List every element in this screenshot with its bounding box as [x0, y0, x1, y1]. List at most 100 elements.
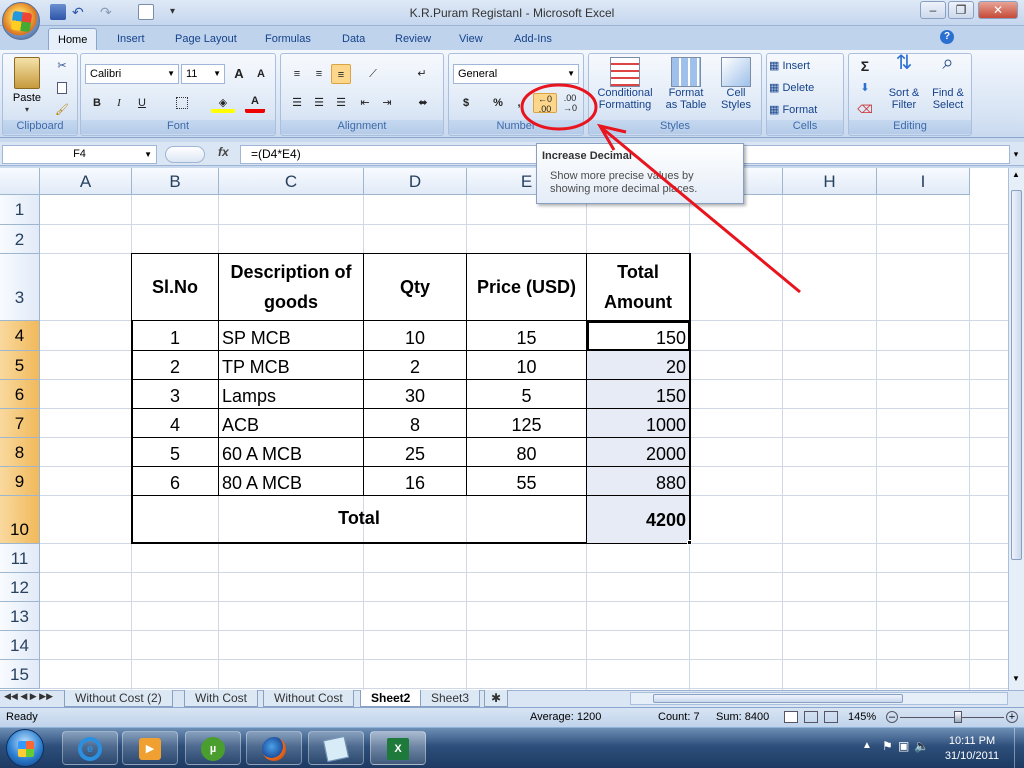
column-header[interactable]: A — [40, 168, 132, 195]
row-header[interactable]: 12 — [0, 573, 40, 602]
table-cell[interactable]: 80 — [467, 438, 587, 467]
table-cell[interactable]: 125 — [467, 409, 587, 438]
italic-button[interactable]: I — [109, 93, 129, 113]
format-as-table-button[interactable]: Format as Table — [661, 57, 711, 111]
zoom-slider[interactable] — [900, 717, 1004, 718]
tab-page-layout[interactable]: Page Layout — [166, 28, 246, 50]
table-cell[interactable]: 5 — [467, 380, 587, 409]
tab-review[interactable]: Review — [386, 28, 440, 50]
scroll-down-icon[interactable]: ▼ — [1010, 674, 1022, 688]
column-header[interactable]: H — [783, 168, 877, 195]
system-clock[interactable]: 10:11 PM 31/10/2011 — [936, 734, 1008, 764]
table-cell[interactable]: 20 — [587, 351, 690, 380]
row-header[interactable]: 7 — [0, 409, 40, 438]
table-cell[interactable]: 6 — [132, 467, 219, 496]
row-header[interactable]: 3 — [0, 254, 40, 321]
zoom-in-icon[interactable]: + — [1006, 711, 1018, 723]
taskbar-notepad-icon[interactable] — [308, 731, 364, 765]
merge-center-icon[interactable]: ⬌ — [411, 93, 435, 113]
percent-button[interactable]: % — [489, 93, 507, 113]
currency-button[interactable]: $ — [455, 93, 477, 113]
fill-icon[interactable]: ⬇ — [853, 78, 877, 98]
taskbar-excel-icon[interactable]: X — [370, 731, 426, 765]
row-header[interactable]: 9 — [0, 467, 40, 496]
align-center-icon[interactable]: ☰ — [309, 93, 329, 113]
conditional-formatting-button[interactable]: Conditional Formatting — [593, 57, 657, 111]
row-header[interactable]: 1 — [0, 195, 40, 225]
cell-styles-button[interactable]: Cell Styles — [713, 57, 759, 111]
font-name-combo[interactable]: Calibri ▼ — [85, 64, 179, 84]
font-color-button[interactable]: A — [245, 93, 265, 113]
row-header[interactable]: 4 — [0, 321, 40, 351]
sheet-tab[interactable]: With Cost — [184, 690, 259, 707]
number-format-combo[interactable]: General ▼ — [453, 64, 579, 84]
vertical-scroll-thumb[interactable] — [1011, 190, 1022, 560]
action-center-icon[interactable]: ⚑ — [882, 739, 893, 753]
row-header[interactable]: 13 — [0, 602, 40, 631]
delete-cells-button[interactable]: ▦ Delete — [769, 78, 841, 98]
close-button[interactable]: ✕ — [978, 1, 1018, 19]
sheet-nav-icon[interactable]: ◀◀ ◀ ▶ ▶▶ — [4, 691, 60, 702]
formula-bar-divider-handle[interactable] — [165, 146, 205, 163]
align-left-icon[interactable]: ☰ — [287, 93, 307, 113]
sheet-tab-active[interactable]: Sheet2 — [360, 690, 422, 707]
table-header-qty[interactable]: Qty — [364, 254, 467, 321]
restore-button[interactable]: ❐ — [948, 1, 974, 19]
table-header-total[interactable]: Total Amount — [587, 254, 690, 321]
insert-function-button[interactable]: fx — [218, 145, 229, 159]
help-icon[interactable]: ? — [940, 30, 954, 44]
column-header[interactable]: D — [364, 168, 467, 195]
table-cell[interactable]: 3 — [132, 380, 219, 409]
table-cell[interactable]: 880 — [587, 467, 690, 496]
horizontal-scrollbar[interactable] — [630, 692, 1008, 705]
orientation-icon[interactable]: ⟋ — [361, 64, 385, 84]
table-cell[interactable]: 8 — [364, 409, 467, 438]
row-header[interactable]: 6 — [0, 380, 40, 409]
column-header[interactable]: B — [132, 168, 219, 195]
table-cell[interactable]: 5 — [132, 438, 219, 467]
table-cell[interactable]: 2000 — [587, 438, 690, 467]
show-hidden-icons[interactable]: ▲ — [862, 740, 872, 751]
table-cell[interactable]: 60 A MCB — [219, 438, 364, 467]
table-cell[interactable]: 1 — [132, 321, 219, 351]
table-header-price[interactable]: Price (USD) — [467, 254, 587, 321]
table-cell[interactable]: 55 — [467, 467, 587, 496]
decrease-decimal-button[interactable]: .00 →0 — [559, 93, 581, 113]
align-right-icon[interactable]: ☰ — [331, 93, 351, 113]
copy-icon[interactable] — [53, 78, 71, 98]
borders-button[interactable] — [171, 93, 193, 113]
fill-handle[interactable] — [687, 540, 692, 545]
table-cell[interactable]: 1000 — [587, 409, 690, 438]
table-cell[interactable]: 2 — [132, 351, 219, 380]
show-desktop-button[interactable] — [1014, 728, 1024, 768]
comma-button[interactable]: , — [513, 93, 525, 113]
decrease-indent-icon[interactable]: ⇤ — [355, 93, 375, 113]
row-header[interactable]: 5 — [0, 351, 40, 380]
network-icon[interactable]: ▣ — [898, 739, 909, 753]
vertical-scrollbar[interactable]: ▲ ▼ — [1008, 168, 1024, 690]
normal-view-icon[interactable] — [784, 711, 798, 723]
table-cell[interactable]: 30 — [364, 380, 467, 409]
clear-icon[interactable]: ⌫ — [853, 100, 877, 120]
table-cell[interactable]: Lamps — [219, 380, 364, 409]
table-cell[interactable]: 16 — [364, 467, 467, 496]
align-middle-icon[interactable]: ≡ — [309, 64, 329, 84]
start-button[interactable] — [6, 729, 44, 767]
zoom-slider-handle[interactable] — [954, 711, 962, 723]
page-layout-view-icon[interactable] — [804, 711, 818, 723]
tab-add-ins[interactable]: Add-Ins — [505, 28, 561, 50]
select-all-corner[interactable] — [0, 168, 40, 195]
name-box[interactable]: F4 ▼ — [2, 145, 157, 164]
fill-color-button[interactable]: ◈ — [211, 93, 235, 113]
scroll-up-icon[interactable]: ▲ — [1010, 170, 1022, 184]
table-cell[interactable]: 2 — [364, 351, 467, 380]
insert-sheet-icon[interactable]: ✱ — [484, 690, 509, 707]
sheet-tab[interactable]: Sheet3 — [420, 690, 481, 707]
tab-data[interactable]: Data — [333, 28, 374, 50]
wrap-text-icon[interactable]: ↵ — [411, 64, 433, 84]
tab-home[interactable]: Home — [48, 28, 98, 50]
table-cell[interactable]: 80 A MCB — [219, 467, 364, 496]
table-cell[interactable]: SP MCB — [219, 321, 364, 351]
sheet-tab[interactable]: Without Cost (2) — [64, 690, 173, 707]
format-painter-icon[interactable]: 🖌 — [53, 100, 71, 120]
